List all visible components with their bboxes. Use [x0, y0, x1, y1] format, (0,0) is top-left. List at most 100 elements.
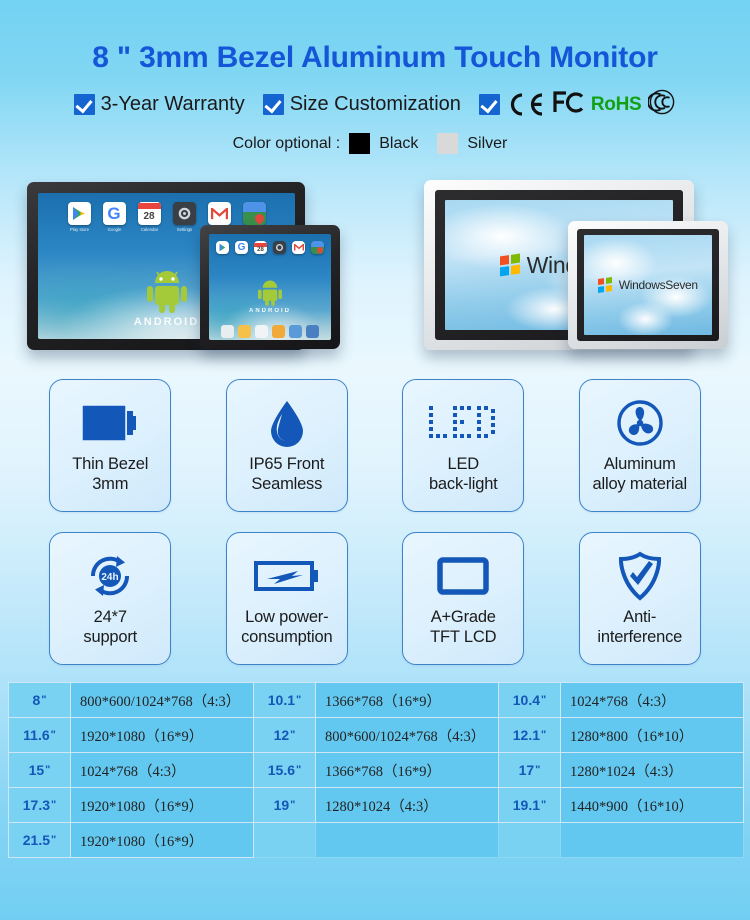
spec-resolution-cell: 1920*1080（16*9） — [70, 717, 254, 753]
table-row: 21.5" 1920*1080（16*9） — [8, 822, 744, 858]
app-icon-settings: Settings — [172, 202, 196, 233]
feature-label-line2: TFT LCD — [430, 627, 497, 646]
svg-text:24h: 24h — [102, 572, 119, 583]
badge-size-customization-label: Size Customization — [289, 93, 461, 115]
check-icon — [262, 94, 284, 115]
ccc-mark-icon — [647, 89, 676, 120]
feature-label-line1: Thin Bezel — [72, 455, 149, 474]
spec-resolution-cell: 800*600/1024*768（4:3） — [70, 682, 254, 718]
color-optional-label: Color optional : — [232, 134, 341, 152]
feature-label-line2: interference — [597, 627, 683, 646]
rohs-mark-icon: RoHS — [590, 93, 642, 115]
feature-label-line2: back-light — [428, 474, 498, 493]
feature-card-anti-interference[interactable]: Anti- interference — [578, 532, 701, 665]
app-icon-calendar: 28 Calendar — [137, 202, 161, 233]
color-optional-row: Color optional : Black Silver — [0, 133, 750, 154]
spec-empty-cell — [253, 822, 316, 858]
spec-size-cell: 12.1" — [498, 717, 561, 753]
table-row: 17.3" 1920*1080（16*9） 19" 1280*1024（4:3） 19.… — [8, 787, 744, 823]
spec-size-cell: 17" — [498, 752, 561, 788]
check-icon — [478, 94, 500, 115]
spec-size-cell: 15" — [8, 752, 71, 788]
table-row: 11.6" 1920*1080（16*9） 12" 800*600/1024*768（… — [8, 717, 744, 753]
color-swatch-black — [349, 133, 371, 154]
feature-label-line1: 24*7 — [93, 608, 127, 627]
windows-logo-small: WindowsSeven — [598, 277, 698, 293]
product-android-monitor-small: G 28 ANDROID — [200, 225, 340, 349]
ce-mark-icon — [506, 92, 546, 117]
check-icon — [73, 94, 95, 115]
feature-label-line1: IP65 Front — [249, 455, 325, 474]
color-name-silver: Silver — [467, 134, 508, 152]
product-photos: Play store G Google 28 Calendar Settings… — [0, 168, 750, 373]
feature-card-low-power[interactable]: Low power- consumption — [225, 532, 348, 665]
feature-card-ip65[interactable]: IP65 Front Seamless — [225, 379, 348, 512]
feature-label-line2: 3mm — [92, 474, 129, 493]
android-screen-small: G 28 ANDROID — [209, 234, 331, 340]
feature-card-tft-lcd[interactable]: A+Grade TFT LCD — [402, 532, 525, 665]
led-dot-matrix-icon — [427, 395, 499, 451]
feature-cards-row-1: Thin Bezel 3mm IP65 Front Seamless LED b… — [0, 379, 750, 512]
thin-bezel-icon — [82, 395, 138, 451]
certification-logos: RoHS — [506, 89, 677, 120]
badge-warranty: 3-Year Warranty — [73, 93, 245, 116]
spec-size-cell: 10.4" — [498, 682, 561, 718]
feature-label-line2: Seamless — [251, 474, 323, 493]
spec-resolution-cell: 1440*900（16*10） — [560, 787, 744, 823]
spec-resolution-cell: 1366*768（16*9） — [315, 752, 499, 788]
page-title: 8 " 3mm Bezel Aluminum Touch Monitor — [92, 41, 658, 74]
spec-size-cell: 21.5" — [8, 822, 71, 858]
spec-resolution-cell: 1920*1080（16*9） — [70, 822, 254, 858]
feature-label-line2: alloy material — [592, 474, 688, 493]
color-swatch-silver — [437, 133, 459, 154]
android-wallpaper: G 28 ANDROID — [209, 234, 331, 340]
table-row: 8" 800*600/1024*768（4:3） 10.1" 1366*768（16*… — [8, 682, 744, 718]
feature-label-line1: Aluminum — [603, 455, 676, 474]
windows-screen-small: WindowsSeven — [584, 235, 712, 335]
windows-flag-icon — [500, 253, 520, 277]
spec-resolution-cell: 1920*1080（16*9） — [70, 787, 254, 823]
color-name-black: Black — [379, 134, 419, 152]
spec-empty-cell — [498, 822, 561, 858]
table-row: 15" 1024*768（4:3） 15.6" 1366*768（16*9） 17" 12… — [8, 752, 744, 788]
badge-certifications: RoHS — [478, 89, 677, 120]
feature-card-aluminum[interactable]: Aluminum alloy material — [578, 379, 701, 512]
badge-size-customization: Size Customization — [262, 93, 461, 116]
spec-size-cell: 8" — [8, 682, 71, 718]
specification-table-body: 8" 800*600/1024*768（4:3） 10.1" 1366*768（16*… — [8, 682, 744, 858]
spec-resolution-cell: 1280*800（16*10） — [560, 717, 744, 753]
android-robot-logo: ANDROID — [209, 279, 331, 314]
badge-warranty-label: 3-Year Warranty — [100, 93, 245, 115]
feature-cards-row-2: 24h 24*7 support Low power- consumption — [0, 532, 750, 665]
fan-icon — [616, 395, 664, 451]
spec-resolution-cell: 1366*768（16*9） — [315, 682, 499, 718]
feature-card-24-7-support[interactable]: 24h 24*7 support — [49, 532, 172, 665]
feature-label-line2: support — [83, 627, 138, 646]
windows-wordmark: WindowsSeven — [618, 278, 698, 292]
spec-resolution-cell: 800*600/1024*768（4:3） — [315, 717, 499, 753]
app-icon-playstore: Play store — [67, 202, 91, 233]
feature-label-line1: Low power- — [245, 608, 329, 627]
spec-resolution-cell: 1024*768（4:3） — [560, 682, 744, 718]
spec-empty-cell — [560, 822, 744, 858]
feature-card-thin-bezel[interactable]: Thin Bezel 3mm — [49, 379, 172, 512]
windows-flag-icon — [598, 277, 612, 293]
app-icon-google: G Google — [102, 202, 126, 233]
specification-table: 8" 800*600/1024*768（4:3） 10.1" 1366*768（16*… — [8, 682, 744, 858]
feature-label-line2: consumption — [241, 627, 333, 646]
battery-bolt-icon — [253, 548, 320, 604]
spec-size-cell: 10.1" — [253, 682, 316, 718]
spec-size-cell: 15.6" — [253, 752, 316, 788]
feature-label-line1: A+Grade — [430, 608, 496, 627]
spec-resolution-cell: 1024*768（4:3） — [70, 752, 254, 788]
spec-size-cell: 19" — [253, 787, 316, 823]
spec-size-cell: 17.3" — [8, 787, 71, 823]
spec-size-cell: 19.1" — [498, 787, 561, 823]
24h-support-icon: 24h — [84, 548, 136, 604]
windows-wallpaper: WindowsSeven — [584, 235, 712, 335]
feature-label-line1: Anti- — [623, 608, 657, 627]
android-dock — [209, 325, 331, 338]
spec-empty-cell — [315, 822, 499, 858]
feature-card-led[interactable]: LED back-light — [402, 379, 525, 512]
spec-resolution-cell: 1280*1024（4:3） — [560, 752, 744, 788]
